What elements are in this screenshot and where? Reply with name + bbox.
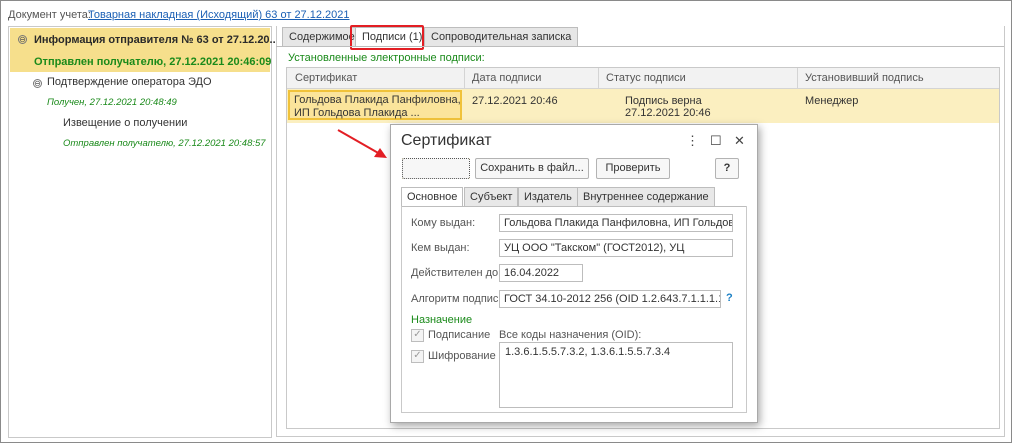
algorithm-field[interactable]: ГОСТ 34.10-2012 256 (OID 1.2.643.7.1.1.1… bbox=[499, 290, 721, 308]
column-divider bbox=[464, 68, 465, 88]
tree-item-status: Отправлен получателю, 27.12.2021 20:48:5… bbox=[63, 138, 266, 149]
sign-date-cell: 27.12.2021 20:46 bbox=[472, 95, 558, 107]
close-icon[interactable]: ✕ bbox=[734, 133, 745, 149]
oid-label: Все коды назначения (OID): bbox=[499, 329, 642, 341]
column-certificate[interactable]: Сертификат bbox=[295, 72, 357, 84]
general-tab-body: Кому выдан: Гольдова Плакида Панфиловна,… bbox=[401, 206, 747, 413]
algorithm-label: Алгоритм подписи: bbox=[411, 293, 508, 305]
issued-by-label: Кем выдан: bbox=[411, 242, 470, 254]
issued-by-field[interactable]: УЦ ООО "Такском" (ГОСТ2012), УЦ bbox=[499, 239, 733, 257]
document-link[interactable]: Товарная накладная (Исходящий) 63 от 27.… bbox=[88, 9, 350, 21]
signer-cell: Менеджер bbox=[805, 95, 859, 107]
check-button[interactable]: Проверить bbox=[596, 158, 670, 179]
document-label: Документ учета: bbox=[8, 9, 91, 21]
tree-item-title: Извещение о получении bbox=[63, 117, 188, 129]
tab-divider bbox=[276, 46, 1004, 47]
oid-textarea[interactable]: 1.3.6.1.5.5.7.3.2, 1.3.6.1.5.5.7.3.4 bbox=[499, 342, 733, 408]
table-header: Сертификат Дата подписи Статус подписи У… bbox=[287, 68, 999, 89]
algorithm-help-icon[interactable]: ? bbox=[726, 292, 733, 304]
issued-to-field[interactable]: Гольдова Плакида Панфиловна, ИП Гольдова… bbox=[499, 214, 733, 232]
save-to-file-button[interactable]: Сохранить в файл... bbox=[475, 158, 589, 179]
maximize-icon[interactable]: ☐ bbox=[710, 133, 722, 149]
certificate-line-2: ИП Гольдова Плакида ... bbox=[294, 107, 420, 119]
certificate-line-1: Гольдова Плакида Панфиловна, bbox=[294, 94, 461, 106]
certificate-dialog: Сертификат ⋮ ☐ ✕ Закрыть Сохранить в фай… bbox=[390, 124, 758, 423]
tab-general[interactable]: Основное bbox=[401, 187, 464, 207]
tab-internal-content[interactable]: Внутреннее содержание bbox=[577, 187, 715, 207]
valid-to-label: Действителен до: bbox=[411, 267, 502, 279]
column-signer[interactable]: Установивший подпись bbox=[805, 72, 924, 84]
tab-cover-note[interactable]: Сопроводительная записка bbox=[424, 27, 579, 47]
more-options-icon[interactable]: ⋮ bbox=[686, 133, 699, 149]
column-sign-status[interactable]: Статус подписи bbox=[606, 72, 686, 84]
valid-to-field[interactable]: 16.04.2022 bbox=[499, 264, 583, 282]
tab-issuer[interactable]: Издатель bbox=[518, 187, 578, 207]
signatures-caption: Установленные электронные подписи: bbox=[288, 52, 485, 64]
purpose-section-title: Назначение bbox=[411, 314, 473, 326]
help-button[interactable]: ? bbox=[715, 158, 739, 179]
column-sign-date[interactable]: Дата подписи bbox=[472, 72, 541, 84]
tree-item-status: Получен, 27.12.2021 20:48:49 bbox=[47, 97, 177, 108]
signing-checkbox[interactable]: ✓ bbox=[411, 329, 424, 342]
collapse-icon[interactable]: ⊖ bbox=[18, 35, 27, 44]
tree-item-title: Подтверждение оператора ЭДО bbox=[47, 76, 212, 88]
table-row[interactable]: Гольдова Плакида Панфиловна, ИП Гольдова… bbox=[287, 89, 999, 123]
message-tree: ⊖ Информация отправителя № 63 от 27.12.2… bbox=[8, 26, 279, 438]
issued-to-label: Кому выдан: bbox=[411, 217, 476, 229]
tab-subject[interactable]: Субъект bbox=[464, 187, 519, 207]
signing-label: Подписание bbox=[428, 329, 491, 341]
tree-item-title: Информация отправителя № 63 от 27.12.20.… bbox=[34, 34, 279, 46]
collapse-icon[interactable]: ⊖ bbox=[33, 79, 42, 88]
close-button[interactable]: Закрыть bbox=[402, 158, 470, 179]
tree-item-sender-info[interactable]: ⊖ Информация отправителя № 63 от 27.12.2… bbox=[10, 28, 279, 72]
tree-item-status: Отправлен получателю, 27.12.2021 20:46:0… bbox=[34, 56, 272, 68]
encryption-label: Шифрование bbox=[428, 350, 496, 362]
status-line-2: 27.12.2021 20:46 bbox=[625, 107, 711, 119]
annotation-arrow-icon bbox=[337, 129, 387, 158]
encryption-checkbox[interactable]: ✓ bbox=[411, 350, 424, 363]
column-divider bbox=[797, 68, 798, 88]
column-divider bbox=[598, 68, 599, 88]
dialog-title: Сертификат bbox=[401, 132, 492, 149]
certificate-cell[interactable]: Гольдова Плакида Панфиловна, ИП Гольдова… bbox=[288, 90, 462, 120]
